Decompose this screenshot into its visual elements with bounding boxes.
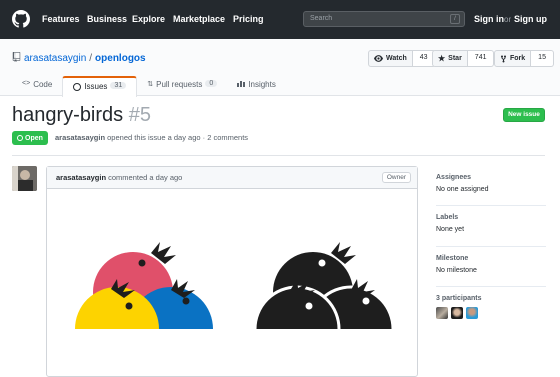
issue-opened-icon (17, 135, 23, 141)
fork-group: Fork 15 (494, 50, 554, 67)
new-issue-button[interactable]: New issue (503, 108, 545, 122)
site-header: Features Business Explore Marketplace Pr… (0, 0, 560, 39)
tab-insights-label: Insights (248, 80, 276, 89)
commenter-avatar[interactable] (12, 166, 37, 191)
graph-icon (237, 81, 246, 87)
issue-opened-icon (73, 83, 82, 91)
participant-avatar[interactable] (466, 307, 478, 319)
tab-code[interactable]: <> Code (12, 76, 62, 97)
sidebar-participants: 3 participants (436, 295, 546, 319)
assignees-heading: Assignees (436, 174, 472, 181)
fork-label: Fork (510, 55, 526, 62)
star-count[interactable]: 741 (467, 50, 495, 67)
repo-breadcrumb: arasatasaygin / openlogos (12, 52, 146, 64)
watch-button[interactable]: Watch (368, 50, 413, 67)
milestone-value: No milestone (436, 267, 477, 274)
monochrome-birds (253, 242, 395, 329)
labels-heading: Labels (436, 214, 459, 221)
tab-insights[interactable]: Insights (227, 76, 286, 97)
issue-number: #5 (128, 104, 151, 126)
repo-tabs: <> Code Issues 31 ⇅ Pull requests 0 Insi… (12, 76, 286, 97)
labels-value: None yet (436, 226, 465, 233)
sidebar-divider (436, 286, 546, 287)
issue-meta: arasatasaygin opened this issue a day ag… (55, 133, 248, 142)
fork-count[interactable]: 15 (531, 50, 554, 67)
color-birds (75, 242, 213, 329)
nav-marketplace[interactable]: Marketplace (173, 14, 225, 24)
nav-features[interactable]: Features (42, 14, 80, 24)
watch-label: Watch (386, 55, 407, 62)
search-input[interactable]: Search / (303, 11, 465, 27)
search-shortcut-key: / (450, 14, 460, 24)
sidebar-assignees: Assignees No one assigned (436, 174, 546, 193)
tab-issues-label: Issues (84, 82, 108, 91)
star-button[interactable]: ★ Star (432, 50, 468, 67)
fork-button[interactable]: Fork (494, 50, 532, 67)
or-text: or (504, 15, 512, 24)
issue-title-text: hangry-birds (12, 104, 124, 126)
repo-header: arasatasaygin / openlogos Watch 43 ★ Star … (0, 39, 560, 97)
issue-author-link[interactable]: arasatasaygin (55, 133, 105, 142)
participant-avatars (436, 307, 546, 319)
participant-avatar[interactable] (451, 307, 463, 319)
star-label: Star (448, 55, 462, 62)
issues-counter: 31 (110, 82, 127, 89)
participant-avatar[interactable] (436, 307, 448, 319)
header-divider (12, 155, 545, 156)
git-pull-request-icon: ⇅ (147, 81, 154, 88)
sidebar-milestone: Milestone No milestone (436, 255, 546, 274)
owner-badge: Owner (381, 172, 411, 183)
repo-icon (12, 52, 21, 62)
tab-issues[interactable]: Issues 31 (62, 76, 138, 97)
participants-heading: 3 participants (436, 295, 482, 302)
repo-name-link[interactable]: openlogos (95, 53, 146, 64)
issue-state-badge: Open (12, 131, 48, 145)
issue-meta-text: opened this issue a day ago · 2 comments (107, 133, 249, 142)
repo-owner-link[interactable]: arasatasaygin (24, 53, 86, 64)
comment-author-link[interactable]: arasatasaygin (56, 173, 106, 182)
fork-icon (500, 54, 507, 63)
github-logo-icon[interactable] (12, 10, 30, 28)
comment-header: arasatasaygin commented a day ago Owner (47, 167, 417, 189)
sidebar-divider (436, 246, 546, 247)
milestone-heading: Milestone (436, 255, 469, 262)
eye-icon (374, 55, 383, 62)
star-group: ★ Star 741 (432, 50, 495, 67)
watch-group: Watch 43 (368, 50, 436, 67)
sign-in-link[interactable]: Sign in (474, 14, 504, 24)
repo-separator: / (89, 53, 93, 64)
nav-explore[interactable]: Explore (132, 14, 165, 24)
tab-code-label: Code (33, 80, 53, 89)
nav-pricing[interactable]: Pricing (233, 14, 264, 24)
comment-action-text: commented a day ago (108, 173, 183, 182)
issue-state-label: Open (25, 134, 43, 142)
code-icon: <> (22, 80, 31, 87)
tab-pull-requests[interactable]: ⇅ Pull requests 0 (137, 76, 227, 97)
hangry-birds-logo-image (75, 242, 395, 329)
star-icon: ★ (438, 54, 446, 63)
pulls-counter: 0 (205, 80, 218, 87)
sidebar-labels: Labels None yet (436, 214, 546, 233)
issue-comment: arasatasaygin commented a day ago Owner (46, 166, 418, 377)
sign-up-link[interactable]: Sign up (514, 14, 547, 24)
issue-title: hangry-birds #5 (12, 104, 151, 127)
search-placeholder: Search (310, 15, 333, 22)
nav-business[interactable]: Business (87, 14, 127, 24)
avatar-photo (12, 166, 37, 191)
tab-pulls-label: Pull requests (156, 80, 203, 89)
assignees-value: No one assigned (436, 186, 489, 193)
sidebar-divider (436, 205, 546, 206)
